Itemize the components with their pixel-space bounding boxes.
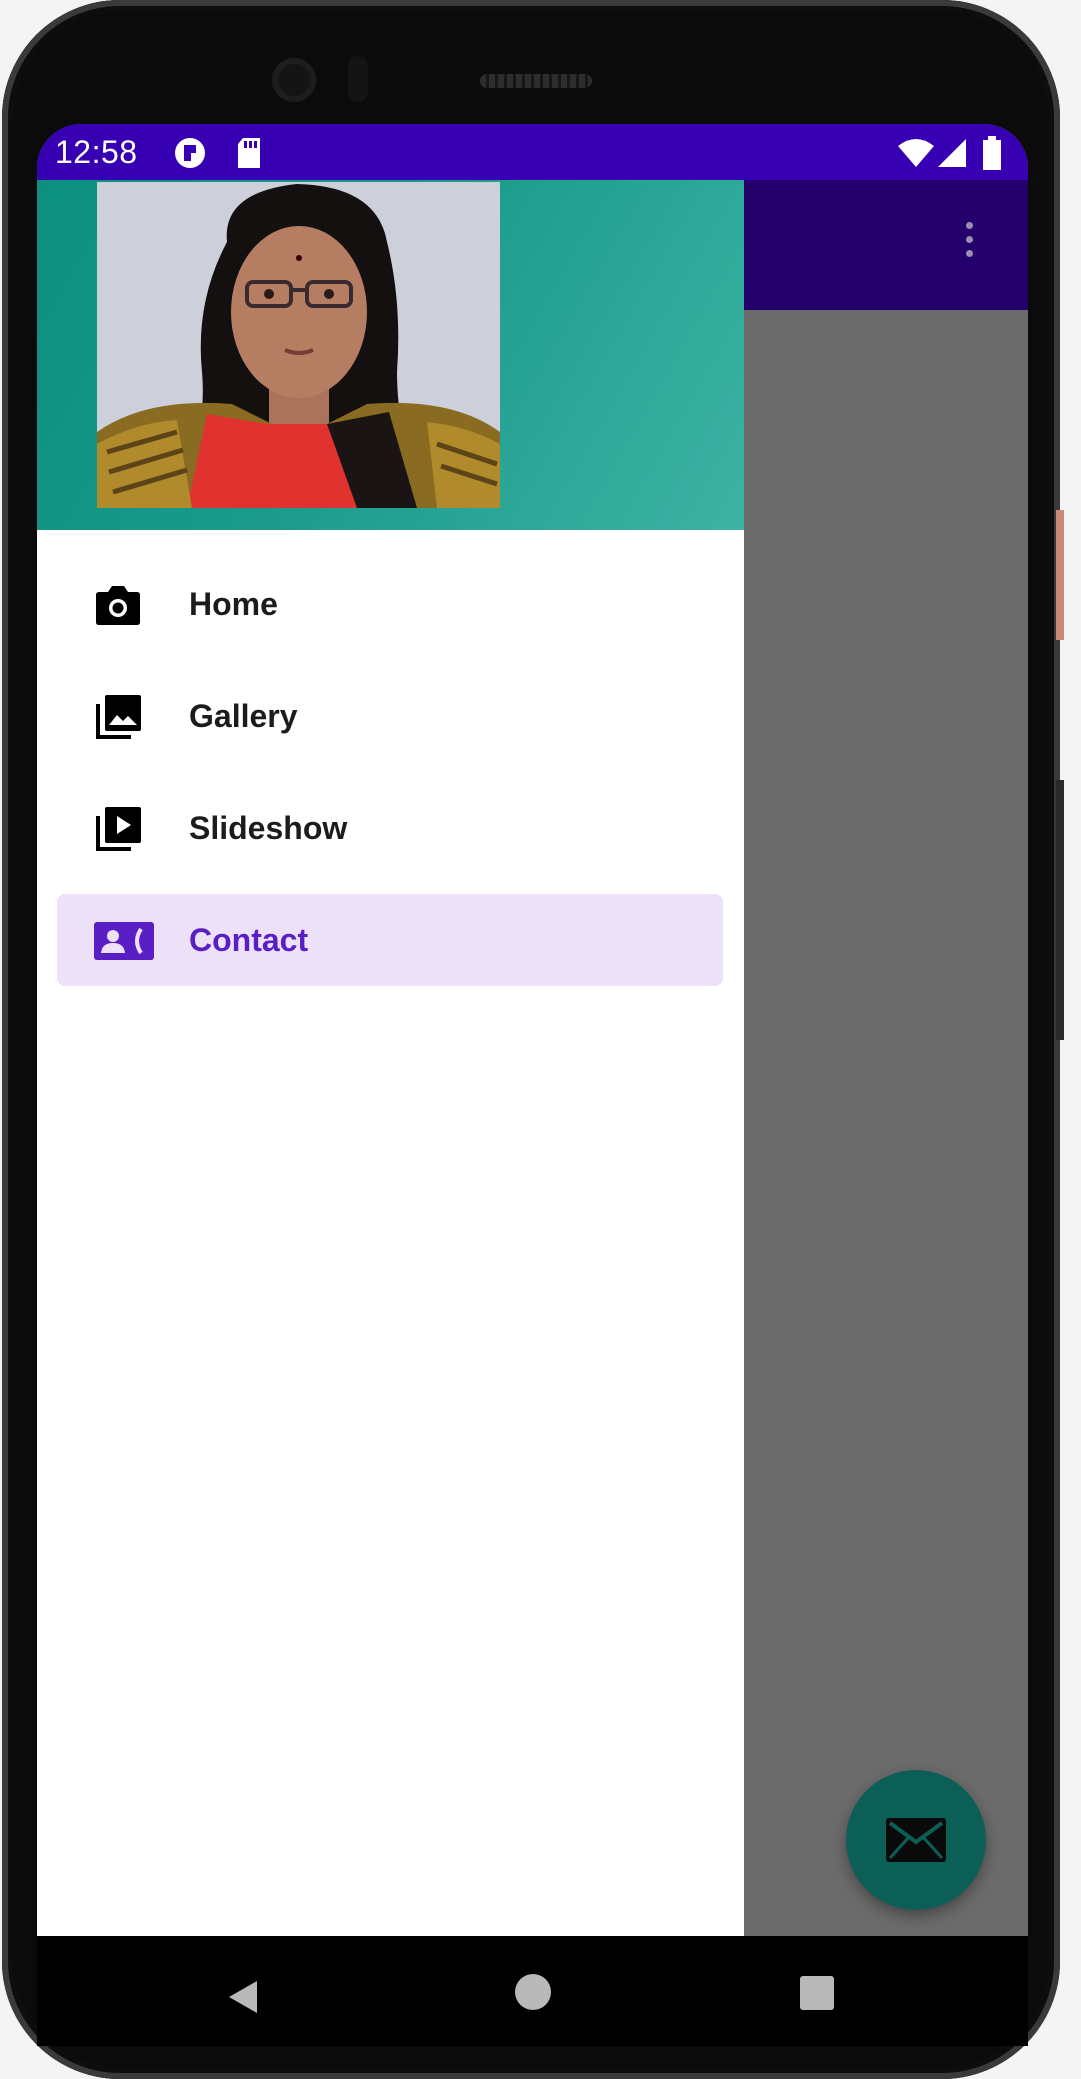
mail-fab-button[interactable] bbox=[846, 1770, 986, 1910]
drawer-item-contact[interactable]: Contact bbox=[57, 894, 723, 986]
drawer-item-label: Gallery bbox=[189, 698, 298, 734]
gallery-icon bbox=[96, 695, 141, 739]
recents-icon[interactable] bbox=[800, 1976, 834, 2010]
avatar[interactable] bbox=[97, 182, 500, 508]
wifi-icon bbox=[897, 138, 935, 176]
status-bar: 12:58 bbox=[37, 124, 1028, 180]
sd-card-icon bbox=[235, 136, 263, 178]
contact-card-icon bbox=[94, 922, 154, 960]
drawer-item-label: Contact bbox=[189, 922, 309, 958]
drawer-item-gallery[interactable]: Gallery bbox=[57, 670, 723, 762]
drawer-header bbox=[37, 180, 744, 530]
drawer-item-home[interactable]: Home bbox=[57, 558, 723, 650]
volume-button bbox=[1056, 510, 1064, 640]
power-button bbox=[1056, 780, 1064, 1040]
mail-icon bbox=[886, 1818, 946, 1862]
battery-icon bbox=[983, 136, 1001, 178]
camera-icon bbox=[96, 586, 140, 625]
drawer-item-label: Home bbox=[189, 586, 278, 622]
notification-app-icon bbox=[173, 136, 207, 178]
system-navigation-bar bbox=[37, 1936, 1028, 2046]
cell-signal-icon bbox=[937, 138, 967, 176]
sensor bbox=[348, 56, 368, 102]
earpiece-speaker bbox=[480, 74, 592, 88]
front-camera bbox=[272, 58, 316, 102]
navigation-drawer: Home Gallery Slideshow Contact bbox=[37, 180, 744, 1936]
status-time: 12:58 bbox=[55, 134, 138, 170]
screen: 12:58 ent bbox=[37, 124, 1028, 1936]
slideshow-icon bbox=[96, 807, 141, 851]
more-vert-icon[interactable] bbox=[963, 222, 975, 266]
drawer-item-label: Slideshow bbox=[189, 810, 348, 846]
home-icon[interactable] bbox=[515, 1974, 551, 2010]
back-icon[interactable] bbox=[227, 1980, 259, 2014]
drawer-item-slideshow[interactable]: Slideshow bbox=[57, 782, 723, 874]
